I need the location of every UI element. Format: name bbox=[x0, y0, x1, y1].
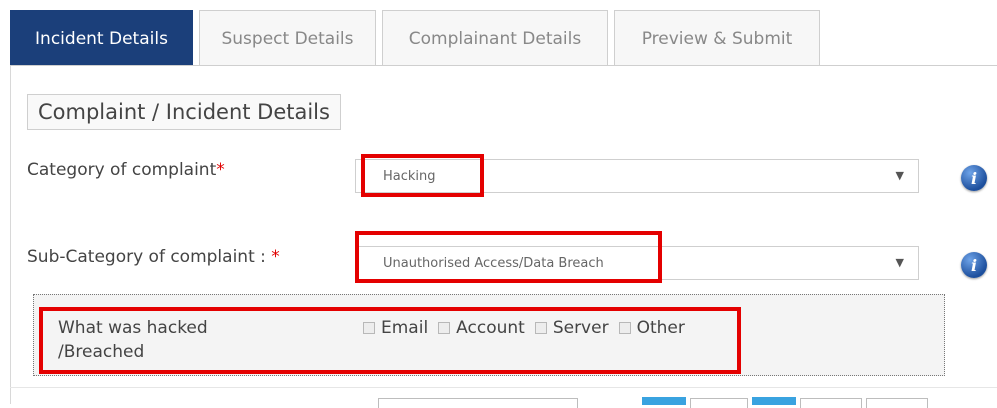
subcategory-selected-value: Unauthorised Access/Data Breach bbox=[383, 255, 604, 271]
required-mark: * bbox=[271, 247, 280, 267]
category-label: Category of complaint* bbox=[27, 160, 225, 180]
checkbox-icon[interactable] bbox=[618, 322, 631, 334]
subcategory-label: Sub-Category of complaint : * bbox=[27, 247, 280, 267]
checkbox-other[interactable]: Other bbox=[615, 318, 685, 338]
checkbox-icon[interactable] bbox=[438, 322, 451, 334]
tab-suspect-details[interactable]: Suspect Details bbox=[199, 10, 376, 66]
category-select[interactable]: Hacking ▼ bbox=[355, 159, 919, 193]
checkbox-email[interactable]: Email bbox=[359, 318, 428, 338]
checkbox-icon[interactable] bbox=[534, 322, 547, 334]
form-divider bbox=[10, 387, 997, 388]
tab-label: Suspect Details bbox=[221, 28, 354, 49]
tab-label: Preview & Submit bbox=[641, 28, 793, 49]
info-icon[interactable]: i bbox=[961, 252, 987, 278]
tab-label: Complainant Details bbox=[408, 28, 582, 49]
subcategory-select[interactable]: Unauthorised Access/Data Breach ▼ bbox=[355, 246, 919, 280]
partial-button[interactable] bbox=[800, 398, 862, 408]
partial-button[interactable] bbox=[690, 398, 748, 408]
partial-button[interactable] bbox=[866, 398, 928, 408]
tab-label: Incident Details bbox=[35, 28, 168, 49]
section-title: Complaint / Incident Details bbox=[27, 94, 341, 130]
hacked-checkbox-group: Email Account Server Other bbox=[359, 318, 691, 338]
checkbox-account[interactable]: Account bbox=[434, 318, 525, 338]
checkbox-server[interactable]: Server bbox=[531, 318, 609, 338]
checkbox-icon[interactable] bbox=[363, 322, 375, 334]
category-selected-value: Hacking bbox=[383, 168, 436, 184]
tab-complainant-details[interactable]: Complainant Details bbox=[382, 10, 608, 66]
hacked-label: What was hacked /Breached bbox=[58, 318, 208, 362]
partial-input[interactable] bbox=[378, 398, 578, 408]
info-icon[interactable]: i bbox=[961, 165, 987, 191]
tab-preview-submit[interactable]: Preview & Submit bbox=[614, 10, 820, 66]
required-mark: * bbox=[216, 160, 225, 180]
tab-incident-details[interactable]: Incident Details bbox=[10, 10, 193, 66]
dropdown-arrow-icon: ▼ bbox=[895, 169, 904, 182]
dropdown-arrow-icon: ▼ bbox=[895, 256, 904, 269]
